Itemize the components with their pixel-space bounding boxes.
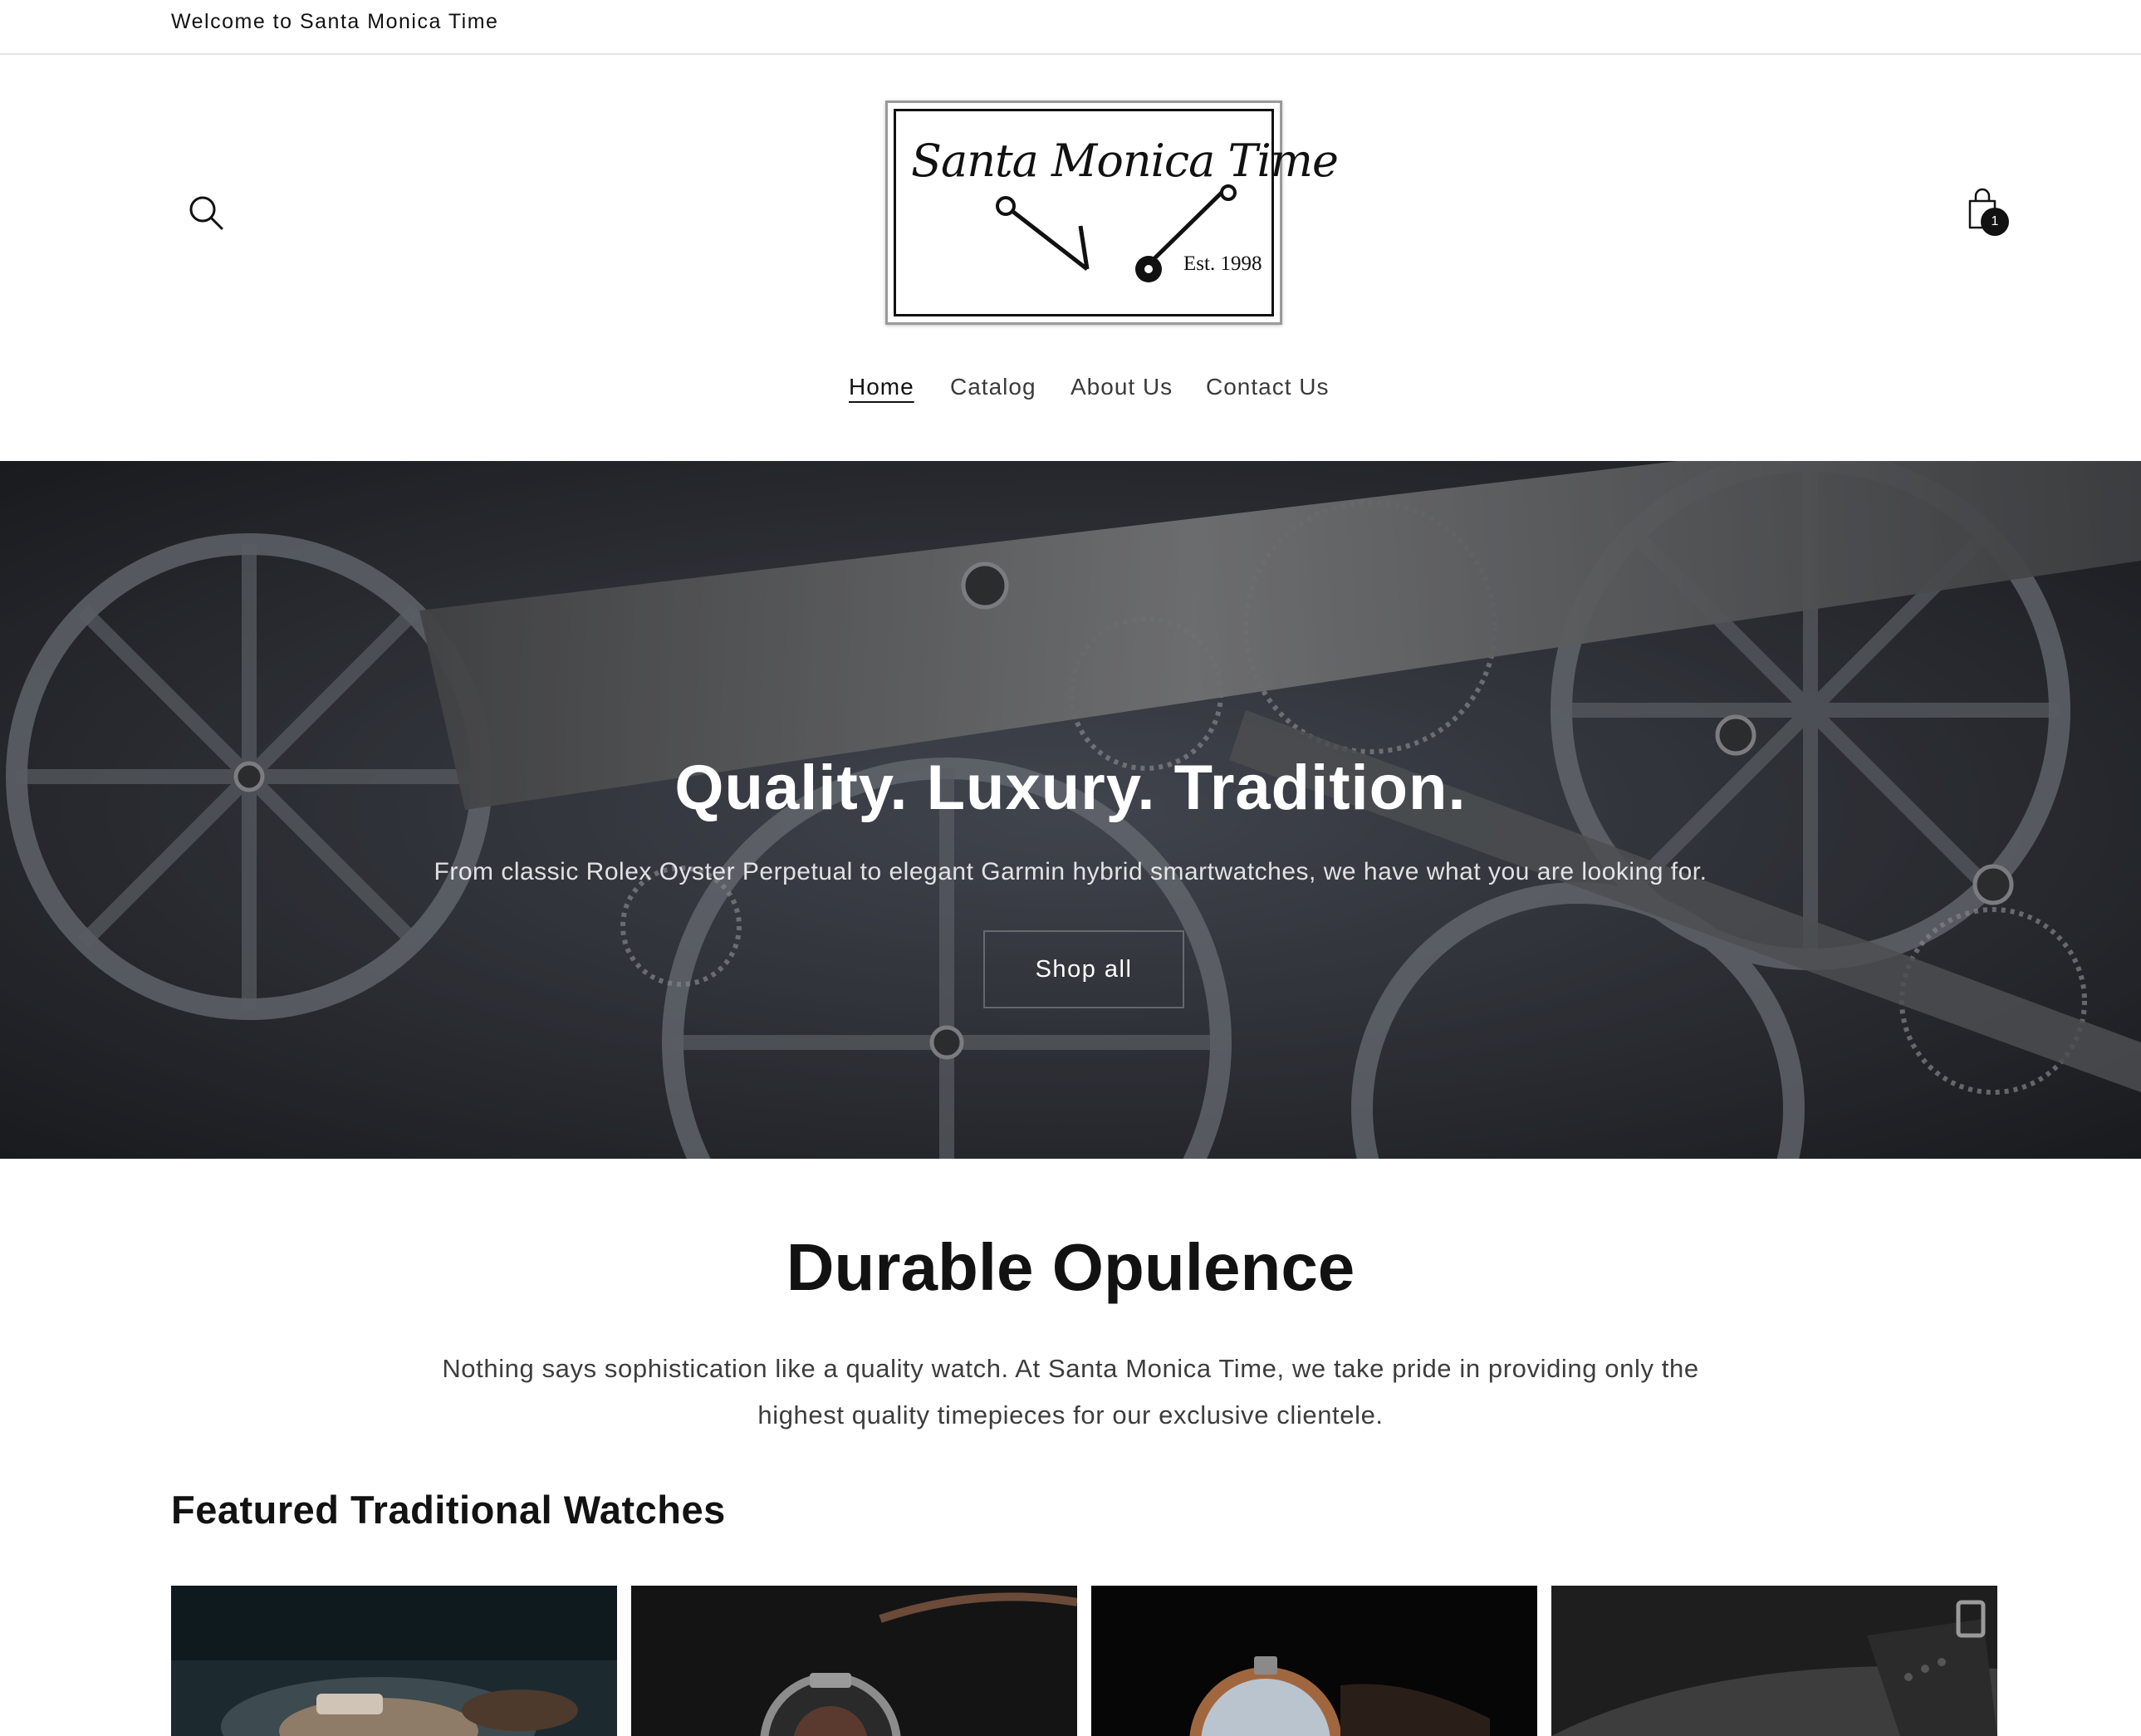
watch-photo-1 bbox=[171, 1586, 617, 1736]
cart-count-badge: 1 bbox=[1981, 208, 2009, 236]
product-card-4[interactable] bbox=[1551, 1586, 1997, 1736]
hero-banner: Quality. Luxury. Tradition. From classic… bbox=[0, 461, 2141, 1159]
hero-subtitle: From classic Rolex Oyster Perpetual to e… bbox=[434, 858, 1707, 885]
main-nav: Home Catalog About Us Contact Us bbox=[0, 374, 2141, 410]
product-card-3[interactable] bbox=[1091, 1586, 1537, 1736]
nav-item-about-us[interactable]: About Us bbox=[1070, 374, 1173, 400]
announcement-text: Welcome to Santa Monica Time bbox=[171, 10, 499, 33]
shop-all-button[interactable]: Shop all bbox=[983, 930, 1184, 1008]
featured-collection-title: Featured Traditional Watches bbox=[171, 1488, 726, 1532]
nav-item-catalog[interactable]: Catalog bbox=[950, 374, 1036, 400]
nav-item-contact-us[interactable]: Contact Us bbox=[1206, 374, 1330, 400]
watch-photo-2 bbox=[631, 1586, 1077, 1736]
search-icon bbox=[189, 196, 223, 230]
nav-item-home[interactable]: Home bbox=[849, 374, 914, 400]
logo-established: Est. 1998 bbox=[1183, 253, 1262, 275]
store-logo[interactable]: Santa Monica Time Est. 1998 bbox=[885, 101, 1339, 325]
intro-text: Nothing says sophistication like a quali… bbox=[442, 1354, 1699, 1430]
clock-hands-icon bbox=[996, 184, 1237, 282]
announcement-bar: Welcome to Santa Monica Time bbox=[0, 0, 2141, 55]
hero-title: Quality. Luxury. Tradition. bbox=[674, 753, 1467, 823]
intro-title: Durable Opulence bbox=[786, 1230, 1355, 1304]
product-card-2[interactable] bbox=[631, 1586, 1077, 1736]
watch-photo-4 bbox=[1551, 1586, 1997, 1736]
product-card-1[interactable] bbox=[171, 1586, 617, 1736]
watch-photo-3 bbox=[1091, 1586, 1537, 1736]
search-button[interactable] bbox=[183, 189, 231, 238]
